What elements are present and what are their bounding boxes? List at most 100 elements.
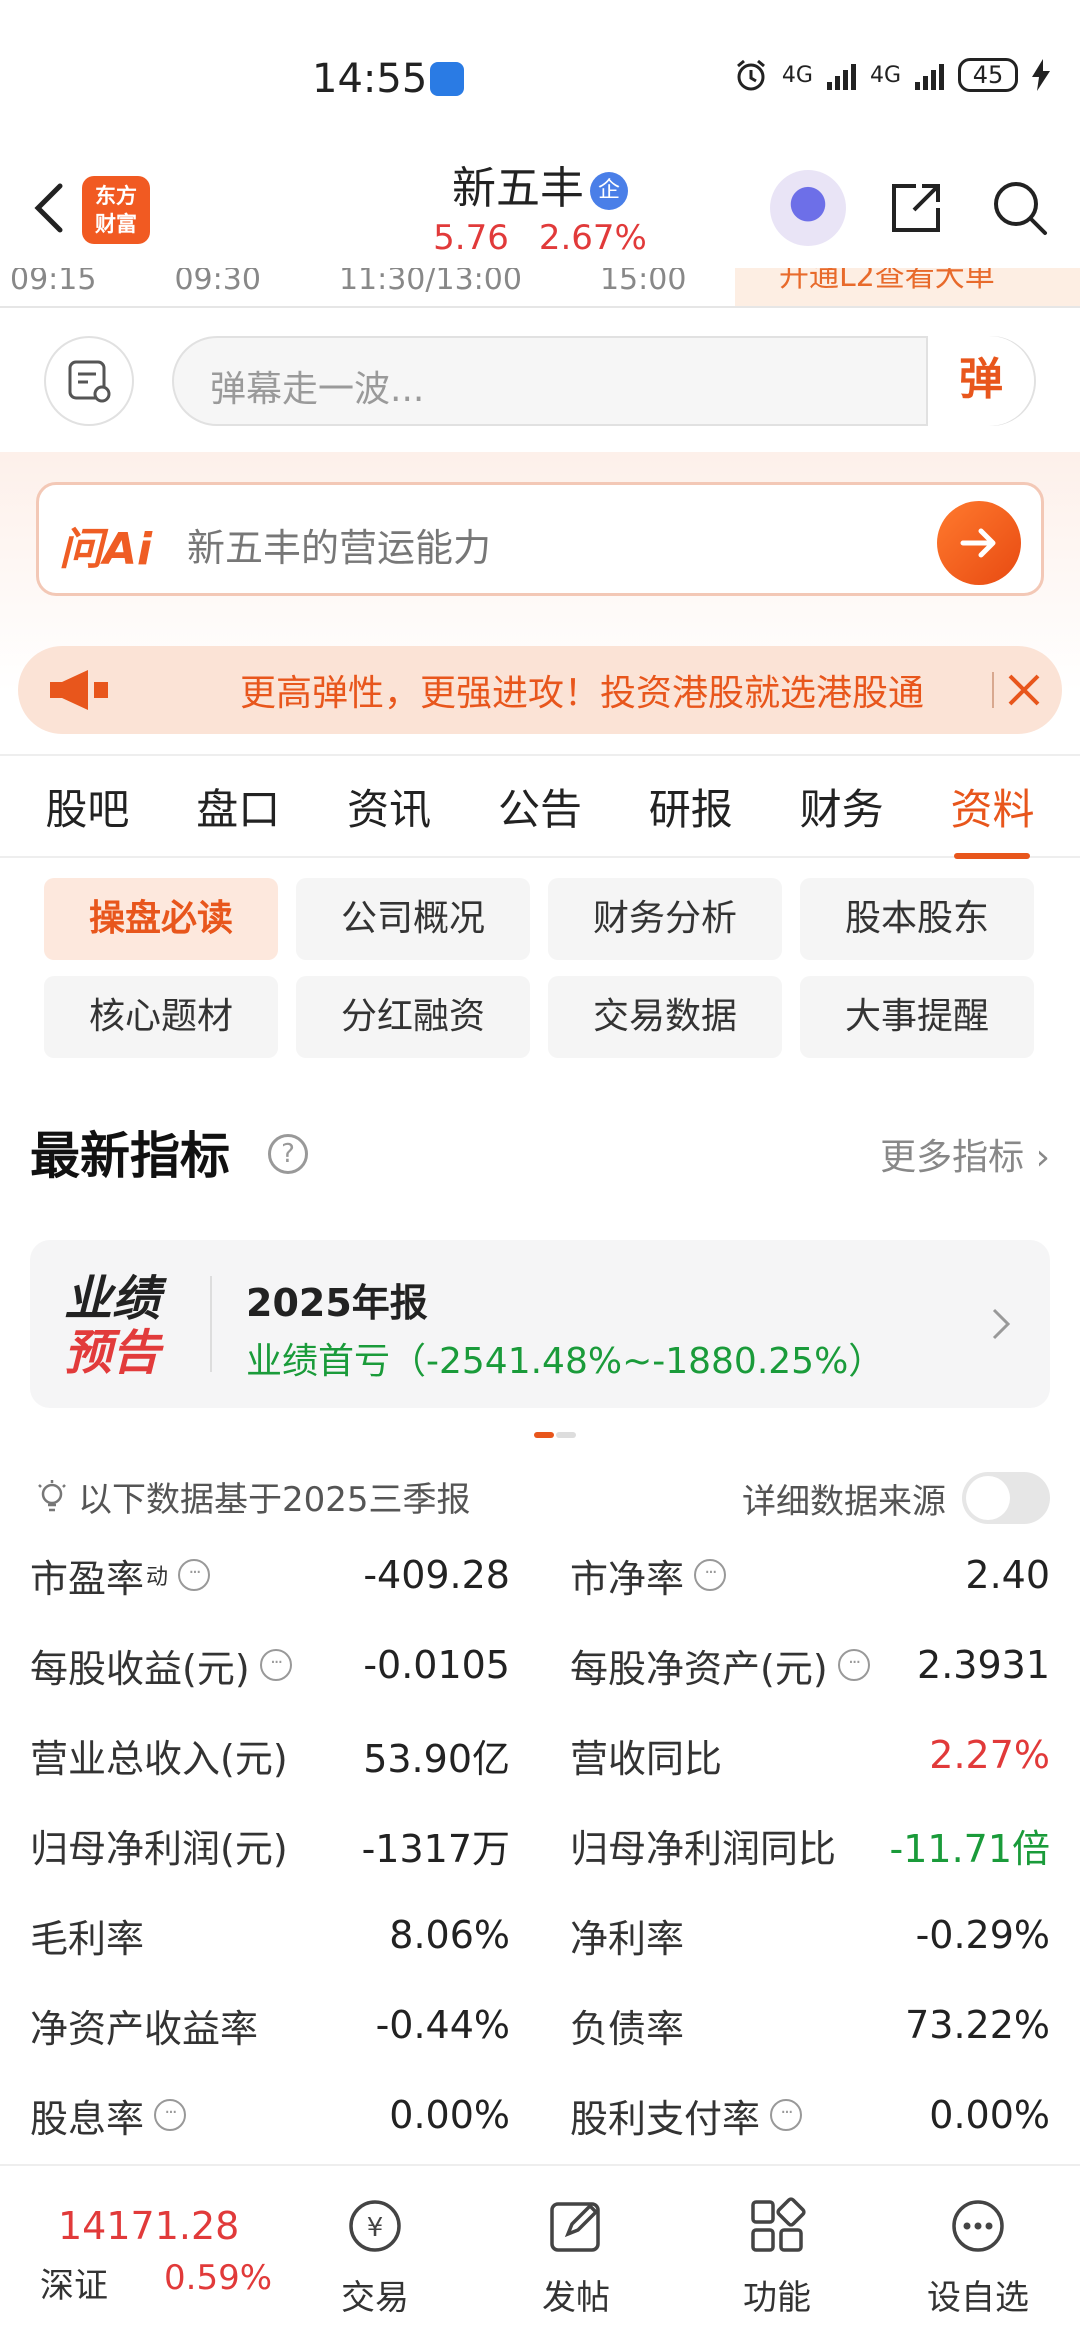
grid-icon	[751, 2197, 806, 2252]
tab-pankou[interactable]: 盘口	[186, 776, 290, 837]
battery-icon: 45	[958, 58, 1018, 92]
ai-logo: 问Ai	[59, 524, 153, 575]
subtab-dividends[interactable]: 分红融资	[296, 976, 530, 1058]
metric-pe: 市盈率动 ··· -409.28	[30, 1553, 510, 1601]
subtab-core-themes[interactable]: 核心题材	[44, 976, 278, 1058]
help-icon[interactable]: ?	[268, 1134, 308, 1174]
danmu-placeholder: 弹幕走一波...	[210, 369, 425, 410]
share-icon[interactable]	[886, 178, 946, 238]
tab-research[interactable]: 研报	[639, 776, 743, 837]
search-icon[interactable]	[990, 178, 1050, 238]
danmu-settings-button[interactable]	[44, 336, 134, 426]
main-tabs: 股吧 盘口 资讯 公告 研报 财务 资料	[0, 754, 1080, 859]
alarm-icon	[736, 59, 765, 91]
status-indicators: 4G 4G 45	[734, 58, 1050, 92]
forecast-detail: 业绩首亏（-2541.48%~-1880.25%）	[246, 1341, 885, 1382]
stock-name: 新五丰	[452, 163, 584, 214]
subtab-must-read[interactable]: 操盘必读	[44, 878, 278, 960]
metric-bvps: 每股净资产(元) ··· 2.3931	[570, 1643, 1050, 1691]
metric-debt-ratio: 负债率 73.22%	[570, 2003, 1050, 2051]
metric-net-profit: 归母净利润(元) -1317万	[30, 1826, 510, 1871]
metric-eps: 每股收益(元) ··· -0.0105	[30, 1643, 510, 1691]
lightbulb-icon	[38, 1479, 66, 1511]
network-label-2: 4G	[869, 62, 901, 88]
battery-level: 45	[972, 61, 1004, 89]
more-icon	[952, 2200, 1004, 2252]
metric-revenue-yoy: 营收同比 2.27%	[570, 1733, 1050, 1781]
metric-roe: 净资产收益率 -0.44%	[30, 2003, 510, 2051]
danmu-row: 弹幕走一波... 弹	[0, 308, 1080, 454]
more-info-icon[interactable]: ···	[837, 1649, 870, 1681]
earnings-forecast-card[interactable]: 业绩 预告 2025年报 业绩首亏（-2541.48%~-1880.25%）	[30, 1240, 1050, 1408]
l2-upgrade-banner[interactable]: 开通L2查看大单	[735, 268, 1080, 306]
time-label: 15:00	[599, 268, 687, 297]
charging-icon	[1032, 59, 1050, 91]
subtab-company-overview[interactable]: 公司概况	[296, 878, 530, 960]
promo-banner[interactable]: 更高弹性，更强进攻！投资港股就选港股通	[18, 646, 1062, 734]
metric-gross-margin: 毛利率 8.06%	[30, 1913, 510, 1961]
nav-functions[interactable]: 功能	[707, 2196, 847, 2319]
tab-profile[interactable]: 资料	[940, 776, 1044, 859]
tab-finance[interactable]: 财务	[790, 776, 894, 837]
chevron-right-icon	[992, 1308, 1011, 1340]
danmu-input[interactable]: 弹幕走一波... 弹	[172, 336, 1036, 426]
forecast-title: 2025年报	[246, 1281, 428, 1325]
metrics-grid: 市盈率动 ··· -409.28 市净率 ··· 2.40 每股收益(元) ··· -…	[30, 1530, 1050, 2160]
nav-trade[interactable]: ¥ 交易	[305, 2196, 445, 2319]
edit-icon	[550, 2202, 600, 2252]
time-label: 11:30/13:00	[338, 268, 522, 297]
nav-watchlist[interactable]: 设自选	[908, 2196, 1048, 2319]
danmu-send-button[interactable]: 弹	[926, 336, 1034, 426]
chart-time-axis: 09:15 09:30 11:30/13:00 15:00 开通L2查看大单	[0, 268, 1080, 308]
nav-post[interactable]: 发帖	[506, 2196, 646, 2319]
status-time: 14:55	[312, 56, 428, 102]
promo-text: 更高弹性，更强进攻！投资港股就选港股通	[240, 673, 925, 714]
danmu-settings-icon	[68, 360, 111, 403]
more-info-icon[interactable]: ···	[259, 1649, 292, 1681]
banner-divider	[992, 672, 994, 708]
metric-revenue: 营业总收入(元) 53.90亿	[30, 1736, 510, 1781]
more-info-icon[interactable]: ···	[154, 2099, 187, 2131]
more-info-icon[interactable]: ···	[770, 2099, 803, 2131]
carousel-indicator	[534, 1432, 576, 1438]
metric-payout-ratio: 股利支付率 ··· 0.00%	[570, 2093, 1050, 2141]
more-indicators-link[interactable]: 更多指标 ›	[880, 1128, 1050, 1180]
stock-header: 东方 财富 新五丰企 5.76 2.67%	[0, 140, 1080, 280]
subtab-events[interactable]: 大事提醒	[800, 976, 1034, 1058]
more-info-icon[interactable]: ···	[694, 1559, 727, 1591]
index-name: 深证	[40, 2266, 108, 2306]
more-info-icon[interactable]: ···	[178, 1559, 211, 1591]
ai-ask-box[interactable]: 问Ai 新五丰的营运能力	[36, 482, 1044, 596]
subtab-financial-analysis[interactable]: 财务分析	[548, 878, 782, 960]
ai-robot-icon[interactable]	[770, 170, 846, 246]
index-value: 14171.28	[58, 2204, 240, 2248]
svg-text:¥: ¥	[367, 2213, 384, 2243]
trade-icon: ¥	[349, 2200, 401, 2252]
metric-net-margin: 净利率 -0.29%	[570, 1913, 1050, 1961]
tab-news[interactable]: 资讯	[337, 776, 441, 837]
metric-net-profit-yoy: 归母净利润同比 -11.71倍	[570, 1826, 1050, 1871]
stock-change-pct: 2.67%	[538, 218, 647, 258]
subtab-trading-data[interactable]: 交易数据	[548, 976, 782, 1058]
profile-subtabs: 操盘必读 公司概况 财务分析 股本股东 核心题材 分红融资 交易数据 大事提醒	[44, 878, 1036, 1058]
tab-guba[interactable]: 股吧	[35, 776, 139, 837]
ai-prompt: 新五丰的营运能力	[187, 526, 492, 570]
signal-icon-2	[915, 60, 944, 90]
data-source-row: 详细数据来源	[742, 1472, 1050, 1524]
close-icon[interactable]	[1004, 670, 1044, 710]
app-notification-icon	[430, 62, 464, 96]
status-bar: 14:55 4G 4G 45	[0, 0, 1080, 160]
data-source-label: 详细数据来源	[742, 1481, 946, 1522]
ai-submit-button[interactable]	[937, 501, 1021, 585]
data-source-toggle[interactable]	[962, 1472, 1050, 1524]
forecast-badge: 业绩 预告	[64, 1271, 161, 1381]
network-label-1: 4G	[781, 62, 813, 88]
subtab-shareholders[interactable]: 股本股东	[800, 878, 1034, 960]
time-label: 09:15	[10, 268, 97, 297]
arrow-right-icon	[960, 528, 996, 558]
signal-icon	[826, 60, 856, 90]
index-change: 0.59%	[164, 2258, 273, 2298]
tab-announcements[interactable]: 公告	[488, 776, 592, 837]
megaphone-icon	[50, 670, 108, 710]
time-label: 09:30	[174, 268, 261, 297]
